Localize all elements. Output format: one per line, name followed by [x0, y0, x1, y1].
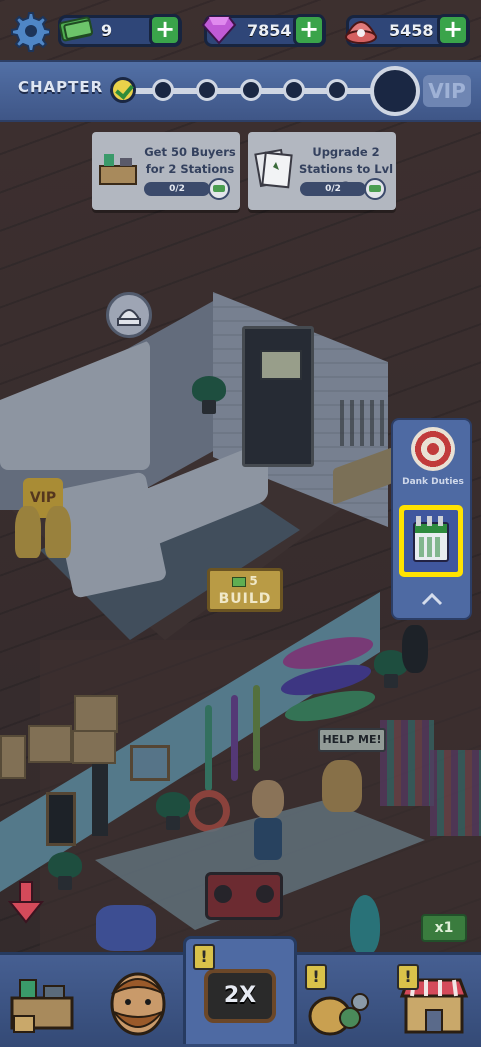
speed-multiplier-button[interactable]: x1: [421, 914, 467, 942]
plant: [192, 376, 226, 414]
gem-counter: 7854 +: [201, 14, 326, 47]
chapter-step: [326, 79, 348, 101]
upgrade-papers-icon: [254, 146, 294, 190]
shell-amount: 5458: [389, 21, 434, 40]
collapse-panel-button[interactable]: [415, 588, 449, 612]
add-gems-button[interactable]: +: [293, 14, 325, 46]
life-ring: [188, 790, 230, 832]
nav-deliveries-button[interactable]: [6, 958, 82, 1040]
shell-counter: 5458 +: [345, 14, 470, 47]
quest-reward-cash-icon: [364, 178, 386, 200]
quest-text: Get 50 Buyers for 2 Stations: [144, 145, 236, 176]
delivery-desk-icon: [10, 979, 74, 1033]
quest-card[interactable]: Get 50 Buyers for 2 Stations 0/2: [92, 132, 240, 210]
add-cash-button[interactable]: +: [149, 14, 181, 46]
cash-counter: 9 +: [58, 14, 182, 47]
build-button[interactable]: 5 BUILD: [207, 568, 283, 612]
cash-icon: [232, 576, 247, 587]
clothing-rack: [380, 720, 434, 806]
caution-sign: [260, 350, 302, 380]
toucan: [402, 625, 428, 673]
down-arrow-icon[interactable]: [8, 880, 44, 924]
shell-icon: [345, 21, 377, 44]
furniture-icon: [117, 309, 141, 326]
covered-wall-cloth: [0, 340, 150, 470]
paddle: [205, 705, 212, 791]
chapter-step: [196, 79, 218, 101]
help-me-sign[interactable]: HELP ME!: [318, 728, 386, 752]
tv-boost-label: 2X: [223, 983, 257, 1008]
surfboard-stack: [96, 905, 156, 951]
tv-icon: 2X: [204, 969, 276, 1023]
surfboard-stand: [350, 895, 380, 955]
chapter-step: [283, 79, 305, 101]
wall-poster: [46, 792, 76, 846]
gem-amount: 7854: [247, 21, 292, 40]
vip-badge[interactable]: VIP: [423, 75, 471, 107]
calendar-button[interactable]: [399, 505, 463, 577]
alert-icon: !: [193, 944, 215, 970]
chapter-step-complete-checkmark: [110, 77, 136, 103]
delivery-desk-icon: [98, 146, 138, 190]
settings-gear-icon[interactable]: [8, 10, 50, 52]
nav-characters-button[interactable]: [100, 958, 176, 1040]
chapter-step: [152, 79, 174, 101]
vip-customers[interactable]: VIP: [15, 478, 71, 558]
dank-duties-button[interactable]: Dank Duties: [402, 425, 464, 493]
dog-character[interactable]: [322, 760, 362, 812]
chapter-title: CHAPTER 4: [18, 78, 121, 96]
quest-card[interactable]: Upgrade 2 Stations to Lvl 2 0/2: [248, 132, 396, 210]
chevron-up-icon: [421, 592, 443, 606]
cardboard-box: [74, 695, 118, 733]
character-face-icon: [110, 972, 166, 1036]
boombox[interactable]: [205, 872, 283, 920]
quest-progress: 0/2: [300, 182, 366, 196]
door: [242, 326, 314, 467]
calendar-icon: [413, 522, 449, 562]
gem-icon: [201, 16, 237, 45]
chapter-reward-node[interactable]: [370, 66, 420, 116]
target-icon: [411, 427, 455, 471]
build-cost: 5: [210, 571, 280, 591]
plant: [48, 852, 82, 890]
wall-picture: [130, 745, 170, 781]
build-label: BUILD: [218, 591, 272, 607]
cardboard-box: [0, 735, 26, 779]
currency-bar: 9 + 7854 + 5458 +: [0, 0, 481, 62]
quest-reward-cash-icon: [208, 178, 230, 200]
quest-progress: 0/2: [144, 182, 210, 196]
alert-icon: !: [397, 964, 419, 990]
chapter-step: [240, 79, 262, 101]
shopkeeper-character[interactable]: [248, 780, 288, 860]
alert-icon: !: [305, 964, 327, 990]
cardboard-box: [28, 725, 72, 763]
room-furniture-indicator[interactable]: [106, 292, 152, 338]
surf-banner: [92, 762, 108, 836]
dank-duties-label: Dank Duties: [402, 477, 464, 487]
clothing-rack: [430, 750, 481, 836]
add-shells-button[interactable]: +: [437, 14, 469, 46]
cash-icon: [59, 16, 93, 42]
tool-rack: [340, 400, 388, 446]
paddle: [253, 685, 260, 771]
paddle: [231, 695, 238, 781]
cardboard-box: [72, 730, 116, 764]
cash-amount: 9: [101, 21, 113, 40]
plant: [156, 792, 190, 830]
